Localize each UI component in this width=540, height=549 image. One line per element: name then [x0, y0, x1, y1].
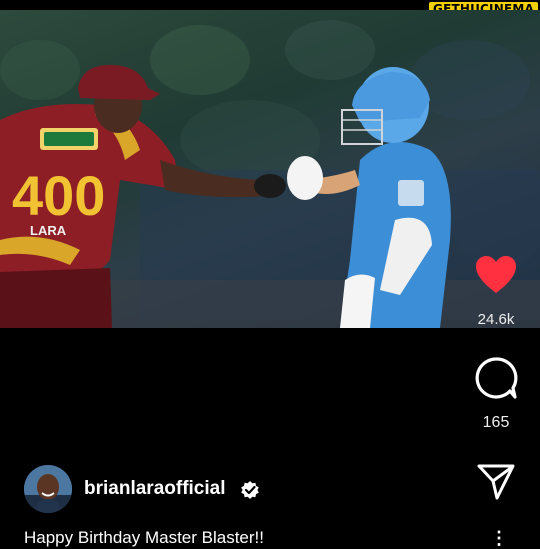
- comment-button[interactable]: [474, 356, 518, 400]
- author-username[interactable]: brianlaraofficial: [84, 478, 226, 500]
- heart-icon: [476, 256, 516, 293]
- post-media-image[interactable]: 400 LARA: [0, 10, 540, 328]
- cricket-players-photo: 400 LARA: [0, 20, 540, 328]
- avatar-image: [24, 465, 72, 513]
- comment-bubble-icon: [475, 357, 518, 399]
- verified-badge-icon: [240, 480, 260, 500]
- send-icon: [477, 464, 515, 500]
- jersey-name: LARA: [30, 223, 67, 238]
- share-button[interactable]: [476, 462, 516, 502]
- post-caption: Happy Birthday Master Blaster!!: [24, 528, 264, 547]
- jersey-number: 400: [12, 164, 105, 227]
- like-count: 24.6k: [477, 311, 515, 328]
- more-dots-icon[interactable]: ⋮: [490, 528, 508, 549]
- comment-count: 165: [482, 414, 510, 431]
- like-button[interactable]: [474, 255, 518, 295]
- author-avatar[interactable]: [24, 465, 72, 513]
